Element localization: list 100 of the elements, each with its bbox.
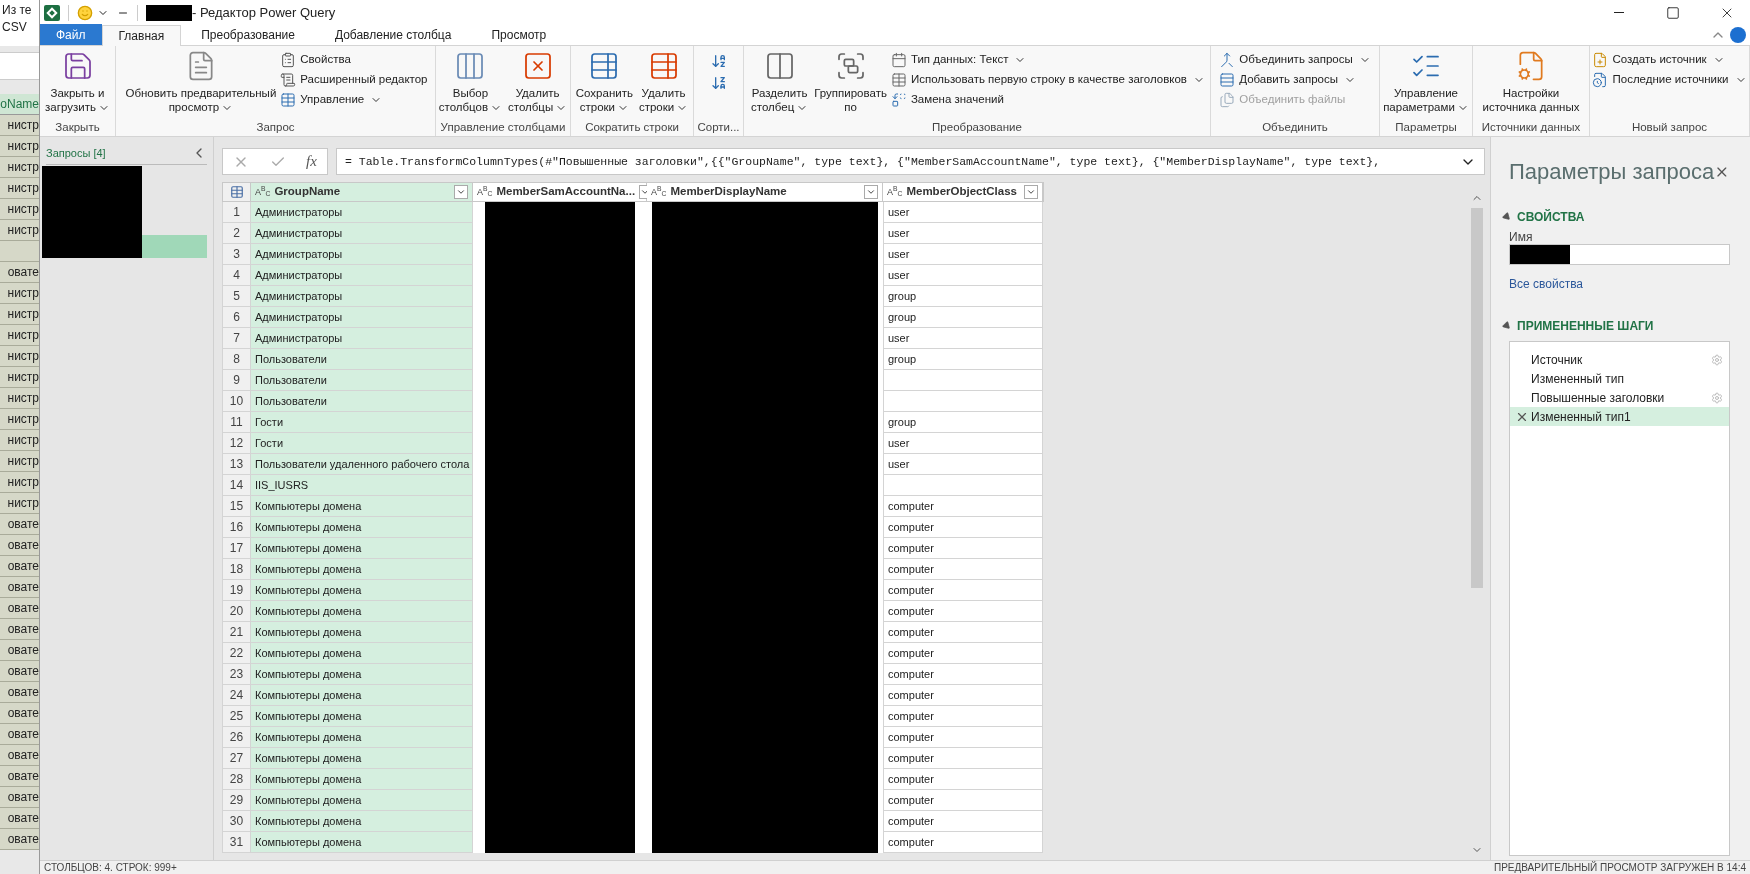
collapse-triangle-icon[interactable] bbox=[1501, 211, 1513, 223]
help-icon[interactable] bbox=[1730, 27, 1746, 43]
step-item[interactable]: Измененный тип1 bbox=[1510, 407, 1729, 426]
collapse-triangle-icon[interactable] bbox=[1501, 320, 1513, 332]
fx-button[interactable]: fx bbox=[305, 150, 317, 173]
ribbon-button[interactable]: Обновить предварительный просмотр bbox=[123, 50, 279, 114]
table-cell: Компьютеры домена bbox=[251, 559, 473, 580]
column-header[interactable]: A$^{B}$$_{C}$ GroupName bbox=[251, 183, 473, 201]
table-cell: user bbox=[883, 265, 1043, 286]
filter-dropdown[interactable] bbox=[1024, 185, 1038, 199]
table-cell: Компьютеры домена bbox=[251, 496, 473, 517]
step-label: Измененный тип1 bbox=[1531, 408, 1631, 426]
background-text: Из те bbox=[1, 2, 33, 19]
row-number: 28 bbox=[223, 769, 251, 790]
ribbon-button[interactable]: Удалить столбцы bbox=[506, 50, 570, 114]
filter-dropdown[interactable] bbox=[454, 185, 468, 199]
row-number: 6 bbox=[223, 307, 251, 328]
step-label: Повышенные заголовки bbox=[1531, 389, 1665, 407]
ribbon-button[interactable]: Разделить столбец bbox=[749, 50, 811, 114]
row-number: 20 bbox=[223, 601, 251, 622]
background-cell: овате bbox=[0, 724, 39, 745]
ribbon-button[interactable]: Группировать по bbox=[812, 50, 889, 114]
table-cell: Компьютеры домена bbox=[251, 664, 473, 685]
ribbon-button[interactable]: Создать источник bbox=[1592, 50, 1747, 70]
ribbon-button[interactable]: Выбор столбцов bbox=[436, 50, 505, 114]
ribbon-button[interactable]: Последние источники bbox=[1592, 70, 1747, 90]
table-cell: Гости bbox=[251, 433, 473, 454]
section-heading: СВОЙСТВА bbox=[1517, 208, 1585, 226]
files-icon bbox=[1219, 92, 1236, 108]
ribbon-button[interactable]: Тип данных: Текст bbox=[890, 50, 1205, 70]
table-cell: Компьютеры домена bbox=[251, 748, 473, 769]
ribbon-button[interactable]: Сохранить строки bbox=[573, 50, 635, 114]
table-cell: computer bbox=[883, 580, 1043, 601]
ribbon-button[interactable]: Объединить запросы bbox=[1219, 50, 1371, 70]
ribbon-button[interactable]: Замена значений bbox=[890, 90, 1205, 110]
group-label: Новый запрос bbox=[1631, 120, 1708, 135]
column-header[interactable]: A$^{B}$$_{C}$ MemberDisplayName bbox=[647, 183, 883, 201]
table-cell: IIS_IUSRS bbox=[251, 475, 473, 496]
background-cell: овате bbox=[0, 619, 39, 640]
sort-ascending-icon bbox=[710, 53, 727, 69]
ribbon-button[interactable]: Настройки источника данных bbox=[1480, 50, 1582, 114]
column-name: MemberDisplayName bbox=[670, 184, 788, 200]
table-menu-icon[interactable] bbox=[223, 183, 251, 201]
ribbon-button[interactable]: Управление bbox=[280, 90, 428, 110]
name-field[interactable] bbox=[1509, 244, 1730, 265]
filter-dropdown[interactable] bbox=[864, 185, 878, 199]
ribbon-button[interactable]: Закрыть и загрузить bbox=[43, 50, 112, 114]
row-number: 5 bbox=[223, 286, 251, 307]
table-cell: computer bbox=[883, 706, 1043, 727]
table-cell: computer bbox=[883, 664, 1043, 685]
row-number: 8 bbox=[223, 349, 251, 370]
background-cell: овате bbox=[0, 514, 39, 535]
background-cell: овате bbox=[0, 766, 39, 787]
step-item[interactable]: Повышенные заголовки bbox=[1510, 388, 1729, 407]
formula-field[interactable]: = Table.TransformColumnTypes(#"Повышенные заголовки",{{"GroupName", type text}, {"MemberSamAccountName", type text}, {"MemberDisplayName", type text}, bbox=[336, 148, 1485, 175]
table-cell: computer bbox=[883, 811, 1043, 832]
ribbon-button[interactable]: Управление параметрами bbox=[1381, 50, 1471, 114]
ribbon-button[interactable]: Использовать первую строку в качестве заголовков bbox=[890, 70, 1205, 90]
background-cell: нистр bbox=[0, 199, 39, 220]
ribbon-tab[interactable]: Файл bbox=[40, 24, 102, 45]
rows-icon bbox=[1219, 72, 1236, 88]
ribbon-tab[interactable]: Добавление столбца bbox=[314, 24, 472, 45]
background-cell: нистр bbox=[0, 178, 39, 199]
table-cell: Администраторы bbox=[251, 328, 473, 349]
background-cell: овате bbox=[0, 661, 39, 682]
group-label: Закрыть bbox=[55, 120, 100, 135]
step-item[interactable]: Измененный тип bbox=[1510, 369, 1729, 388]
ribbon-tab[interactable]: Главная bbox=[101, 25, 182, 46]
table-cell: computer bbox=[883, 685, 1043, 706]
background-cell: нистр bbox=[0, 409, 39, 430]
ribbon-button[interactable]: Добавить запросы bbox=[1219, 70, 1371, 90]
row-number: 22 bbox=[223, 643, 251, 664]
query-item[interactable] bbox=[42, 234, 207, 258]
table-cell: Компьютеры домена bbox=[251, 580, 473, 601]
smiley-icon[interactable] bbox=[77, 4, 93, 21]
step-item[interactable]: Источник bbox=[1510, 350, 1729, 369]
background-cell: овате bbox=[0, 808, 39, 829]
background-cell: овате bbox=[0, 262, 39, 283]
ribbon-button[interactable]: Свойства bbox=[280, 50, 428, 70]
background-cell: нистр bbox=[0, 472, 39, 493]
ribbon-button[interactable]: Удалить строки bbox=[636, 50, 691, 114]
table-cell: computer bbox=[883, 559, 1043, 580]
window-title: - Редактор Power Query bbox=[192, 3, 336, 22]
background-cell: нистр bbox=[0, 451, 39, 472]
table-cell: group bbox=[883, 307, 1043, 328]
table-cell: Гости bbox=[251, 412, 473, 433]
table-cell: Компьютеры домена bbox=[251, 643, 473, 664]
column-name: GroupName bbox=[274, 184, 342, 200]
all-properties-link[interactable]: Все свойства bbox=[1509, 275, 1584, 293]
table-cell: user bbox=[883, 454, 1043, 475]
group-label: Запрос bbox=[256, 120, 295, 135]
ribbon-tab[interactable]: Просмотр bbox=[471, 24, 567, 45]
group-label: Сократить строки bbox=[585, 120, 679, 135]
table-cell: group bbox=[883, 412, 1043, 433]
ribbon-button[interactable]: Расширенный редактор bbox=[280, 70, 428, 90]
replace-icon bbox=[890, 92, 907, 108]
table-icon bbox=[280, 92, 297, 108]
row-number: 16 bbox=[223, 517, 251, 538]
table-cell: Пользователи bbox=[251, 349, 473, 370]
ribbon-tab[interactable]: Преобразование bbox=[181, 24, 315, 45]
